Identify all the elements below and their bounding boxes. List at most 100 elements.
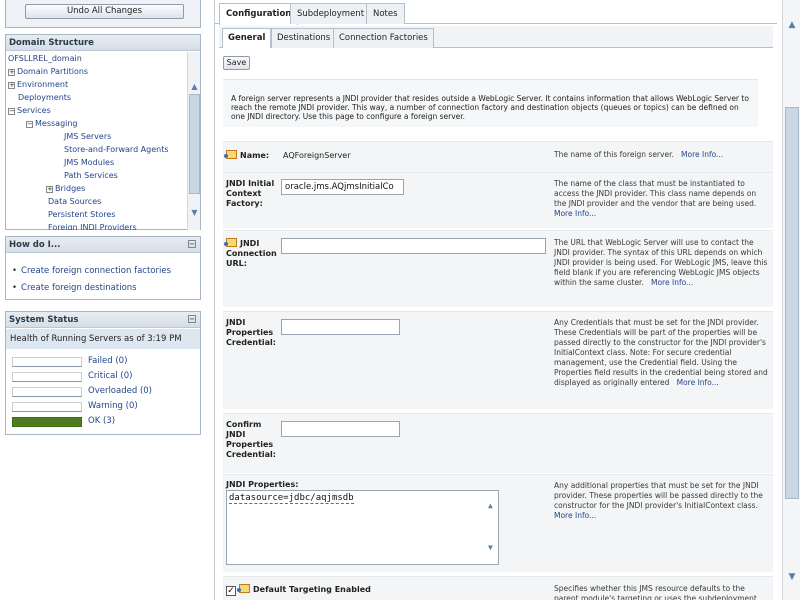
tree-item-label: Data Sources xyxy=(48,197,102,206)
tree-item-label: Persistent Stores xyxy=(48,210,116,219)
health-text: Health of Running Servers as of 3:19 PM xyxy=(6,329,200,349)
tree-item[interactable]: JMS Servers xyxy=(54,132,111,144)
scroll-down-icon[interactable]: ▼ xyxy=(787,572,797,582)
field-row-credential: JNDI Properties Credential: Any Credenti… xyxy=(223,311,773,409)
properties-textarea[interactable]: datasource=jdbc/aqjmsdb ▲ ▼ xyxy=(226,490,499,565)
scroll-thumb[interactable] xyxy=(785,107,799,499)
tree-item-label: Environment xyxy=(17,80,69,89)
domain-tree-scrollbar[interactable]: ▲ ▼ xyxy=(187,52,200,230)
page-scrollbar[interactable]: ▲ ▼ xyxy=(782,0,800,600)
more-info-link[interactable]: More Info... xyxy=(681,150,723,159)
config-icon xyxy=(224,238,237,247)
field-row-confirm-credential: Confirm JNDI Properties Credential: xyxy=(223,413,773,473)
tree-item[interactable]: + Domain Partitions xyxy=(8,67,88,79)
initial-context-help: The name of the class that must be insta… xyxy=(554,179,757,208)
field-row-initial-context: JNDI Initial Context Factory: oracle.jms… xyxy=(223,172,773,228)
default-targeting-checkbox[interactable]: ✓ xyxy=(226,586,236,596)
more-info-link[interactable]: More Info... xyxy=(554,511,596,520)
undo-all-changes-button[interactable]: Undo All Changes xyxy=(25,4,184,19)
link-create-foreign-destinations[interactable]: Create foreign destinations xyxy=(12,283,137,293)
more-info-link[interactable]: More Info... xyxy=(651,278,693,287)
tab-connection-factories[interactable]: Connection Factories xyxy=(333,28,434,48)
status-bar xyxy=(12,372,82,382)
tree-item-label: JMS Servers xyxy=(64,132,112,141)
status-link[interactable]: OK (3) xyxy=(88,416,115,426)
status-link[interactable]: Failed (0) xyxy=(88,356,127,366)
default-targeting-label: Default Targeting Enabled xyxy=(253,585,371,594)
status-bar xyxy=(12,357,82,367)
field-row-connection-url: JNDI Connection URL: The URL that WebLog… xyxy=(223,230,773,307)
field-row-name: Name: AQForeignServer The name of this f… xyxy=(223,141,773,172)
properties-value: datasource=jdbc/aqjmsdb xyxy=(229,493,354,504)
tree-item-label: JMS Modules xyxy=(64,158,115,167)
collapse-icon[interactable]: − xyxy=(26,121,33,128)
tree-item[interactable]: Store-and-Forward Agents xyxy=(54,145,169,157)
tab-notes[interactable]: Notes xyxy=(366,3,405,24)
secondary-tabs: General Destinations Connection Factorie… xyxy=(219,26,773,48)
scroll-down-icon[interactable]: ▼ xyxy=(488,543,493,552)
scroll-down-icon[interactable]: ▼ xyxy=(190,208,199,218)
credential-input[interactable] xyxy=(281,319,400,335)
minimize-icon[interactable]: − xyxy=(188,240,196,248)
confirm-credential-input[interactable] xyxy=(281,421,400,437)
domain-structure-title: Domain Structure xyxy=(6,35,200,51)
how-do-i-title: How do I... xyxy=(9,240,61,250)
properties-help: Any additional properties that must be s… xyxy=(554,481,763,510)
tree-item-label: OFSLLREL_domain xyxy=(8,54,82,63)
domain-tree: OFSLLREL_domain + Domain Partitions + Enviro… xyxy=(6,52,188,230)
tree-item[interactable]: Persistent Stores xyxy=(38,210,115,222)
system-status-panel: System Status − Health of Running Server… xyxy=(5,311,201,435)
collapse-icon[interactable]: − xyxy=(8,108,15,115)
tree-item[interactable]: + Environment xyxy=(8,80,68,92)
tree-item[interactable]: Data Sources xyxy=(38,197,101,209)
minimize-icon[interactable]: − xyxy=(188,315,196,323)
status-link[interactable]: Warning (0) xyxy=(88,401,138,411)
tab-general[interactable]: General xyxy=(222,28,272,48)
connection-url-input[interactable] xyxy=(281,238,546,254)
tree-item-label: Path Services xyxy=(64,171,118,180)
scroll-up-icon[interactable]: ▲ xyxy=(488,501,493,510)
save-button[interactable]: Save xyxy=(223,56,250,70)
tree-item-label: Services xyxy=(17,106,51,115)
tree-item-label: Bridges xyxy=(55,184,86,193)
status-bar xyxy=(12,387,82,397)
tree-item[interactable]: − Messaging xyxy=(26,119,78,131)
name-help: The name of this foreign server. xyxy=(554,150,674,159)
how-do-i-panel: How do I... − Create foreign connection … xyxy=(5,236,201,300)
default-targeting-help: Specifies whether this JMS resource defa… xyxy=(554,584,757,600)
tab-subdeployment[interactable]: Subdeployment xyxy=(290,3,372,24)
expand-icon[interactable]: + xyxy=(8,69,15,76)
link-create-foreign-connection-factories[interactable]: Create foreign connection factories xyxy=(12,266,171,276)
tree-item[interactable]: JMS Modules xyxy=(54,158,114,170)
tree-item-label: Store-and-Forward Agents xyxy=(64,145,169,154)
status-link[interactable]: Overloaded (0) xyxy=(88,386,152,396)
credential-help: Any Credentials that must be set for the… xyxy=(554,318,768,387)
properties-scrollbar[interactable]: ▲ ▼ xyxy=(486,491,498,564)
config-icon xyxy=(224,150,237,159)
more-info-link[interactable]: More Info... xyxy=(554,209,596,218)
scroll-thumb[interactable] xyxy=(189,94,200,194)
status-link[interactable]: Critical (0) xyxy=(88,371,132,381)
initial-context-label: JNDI Initial Context Factory: xyxy=(226,179,275,208)
scroll-up-icon[interactable]: ▲ xyxy=(190,82,199,92)
credential-label: JNDI Properties Credential: xyxy=(226,318,276,347)
expand-icon[interactable]: + xyxy=(46,186,53,193)
more-info-link[interactable]: More Info... xyxy=(677,378,719,387)
tab-destinations[interactable]: Destinations xyxy=(271,28,337,48)
main-content: Configuration Subdeployment Notes Genera… xyxy=(214,0,777,600)
tree-item[interactable]: + Bridges xyxy=(46,184,85,196)
tree-item[interactable]: − Services xyxy=(8,106,51,118)
scroll-up-icon[interactable]: ▲ xyxy=(787,20,797,30)
system-status-title: System Status xyxy=(9,315,79,325)
tree-item[interactable]: Path Services xyxy=(54,171,118,183)
tree-item[interactable]: Deployments xyxy=(8,93,71,105)
name-label: Name: xyxy=(240,151,270,160)
tree-item[interactable]: OFSLLREL_domain xyxy=(8,54,82,66)
tab-configuration[interactable]: Configuration xyxy=(219,3,299,25)
expand-icon[interactable]: + xyxy=(8,82,15,89)
confirm-credential-label: Confirm JNDI Properties Credential: xyxy=(226,420,276,459)
initial-context-input[interactable]: oracle.jms.AQjmsInitialCo xyxy=(281,179,404,195)
tree-item-label: Messaging xyxy=(35,119,78,128)
tree-item[interactable]: Foreign JNDI Providers xyxy=(38,223,137,230)
left-column: Undo All Changes Domain Structure OFSLLR… xyxy=(0,0,206,600)
